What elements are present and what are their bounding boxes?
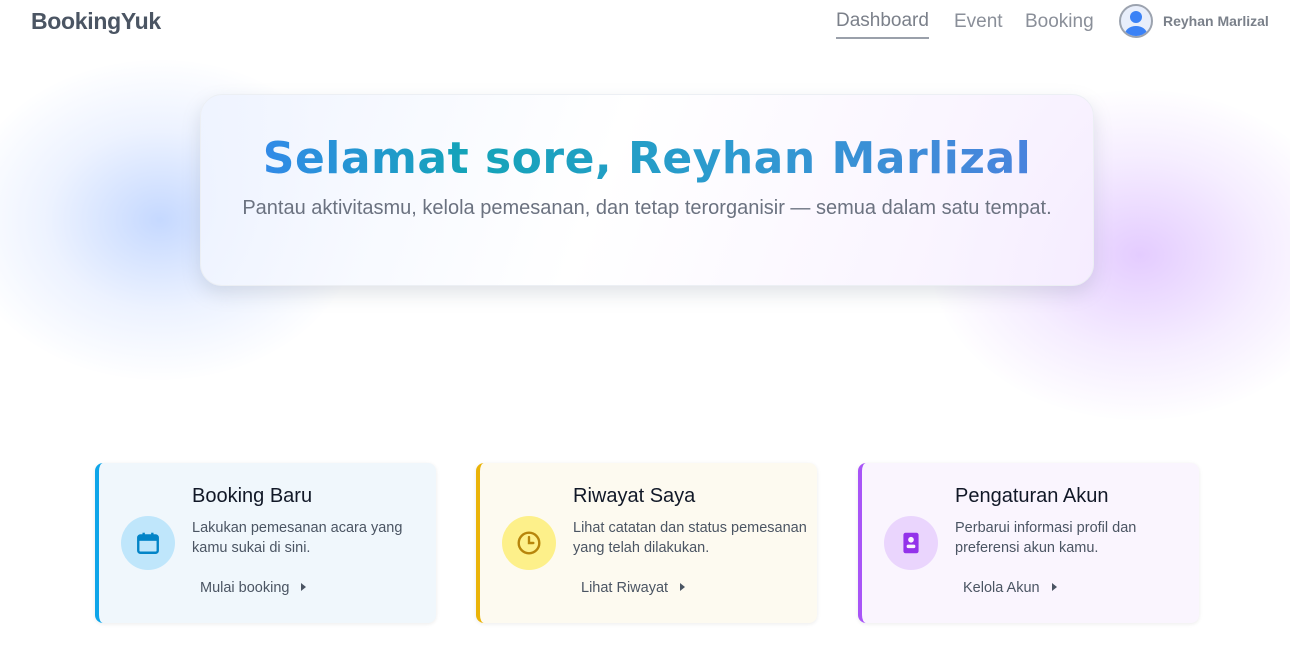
- card-description: Lihat catatan dan status pemesanan yang …: [573, 520, 807, 556]
- nav-link-booking[interactable]: Booking: [1025, 11, 1094, 33]
- user-avatar-icon[interactable]: [1119, 4, 1153, 38]
- greeting-subtitle: Pantau aktivitasmu, kelola pemesanan, da…: [242, 197, 1052, 219]
- card-description: Lakukan pemesanan acara yang kamu sukai …: [192, 520, 403, 556]
- card-riwayat-saya[interactable]: Riwayat Saya Lihat catatan dan status pe…: [476, 463, 817, 623]
- card-title: Pengaturan Akun: [955, 485, 1109, 507]
- card-description: Perbarui informasi profil dan preferensi…: [955, 520, 1137, 556]
- manage-account-link[interactable]: Kelola Akun: [963, 580, 1057, 596]
- welcome-banner: Selamat sore, Reyhan Marlizal Pantau akt…: [200, 94, 1094, 286]
- view-history-link[interactable]: Lihat Riwayat: [581, 580, 686, 596]
- greeting-title: Selamat sore, Reyhan Marlizal: [201, 133, 1093, 184]
- brand-logo[interactable]: BookingYuk: [31, 8, 161, 35]
- link-label[interactable]: Lihat Riwayat: [581, 580, 668, 596]
- card-booking-baru[interactable]: Booking Baru Lakukan pemesanan acara yan…: [95, 463, 436, 623]
- nav-link-event[interactable]: Event: [954, 11, 1003, 33]
- caret-right-icon: [1051, 583, 1057, 591]
- card-pengaturan-akun[interactable]: Pengaturan Akun Perbarui informasi profi…: [858, 463, 1199, 623]
- contact-card-icon: [884, 516, 938, 570]
- clock-icon: [502, 516, 556, 570]
- card-title: Booking Baru: [192, 485, 313, 507]
- caret-right-icon: [680, 583, 686, 591]
- start-booking-link[interactable]: Mulai booking: [200, 580, 307, 596]
- link-label[interactable]: Mulai booking: [200, 580, 289, 596]
- navbar: BookingYuk Dashboard Event Booking Reyha…: [0, 0, 1290, 44]
- card-title: Riwayat Saya: [573, 485, 696, 507]
- link-label[interactable]: Kelola Akun: [963, 580, 1040, 596]
- nav-link-dashboard[interactable]: Dashboard: [836, 10, 929, 39]
- caret-right-icon: [301, 583, 307, 591]
- user-name[interactable]: Reyhan Marlizal: [1163, 13, 1269, 29]
- calendar-icon: [121, 516, 175, 570]
